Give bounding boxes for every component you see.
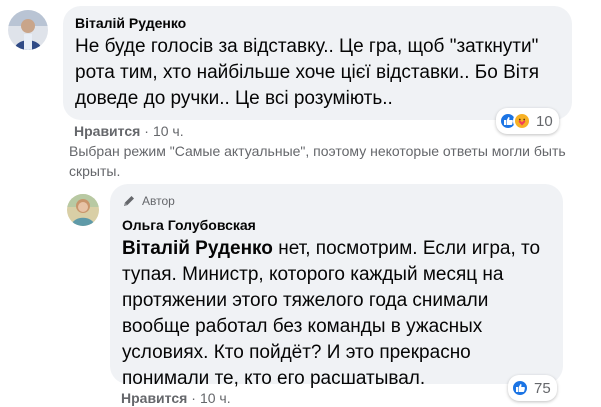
- reply-text-body: нет, посмотрим. Если игра, то тупая. Мин…: [122, 238, 541, 389]
- comment-reactions[interactable]: 10: [496, 108, 559, 134]
- comment-bubble: Віталій Руденко Не буде голосів за відст…: [63, 6, 572, 120]
- mention-link[interactable]: Віталій Руденко: [122, 238, 273, 259]
- like-button[interactable]: Нравится: [121, 390, 187, 406]
- commenter-avatar[interactable]: [8, 10, 48, 50]
- comment-time[interactable]: 10 ч.: [153, 123, 184, 139]
- reply-reactions[interactable]: 75: [508, 375, 557, 401]
- reaction-count: 75: [534, 379, 551, 397]
- like-reaction-icon: [511, 379, 529, 397]
- author-badge: Автор: [122, 194, 551, 208]
- reply-author[interactable]: Ольга Голубовская: [122, 217, 551, 233]
- pencil-icon: [124, 196, 134, 206]
- commenter-avatar-photo: [8, 10, 48, 50]
- reaction-count: 10: [536, 112, 553, 130]
- care-reaction-icon: [513, 112, 531, 130]
- author-badge-label: Автор: [142, 194, 175, 208]
- reply-bubble: Автор Ольга Голубовская Віталій Руденко …: [110, 184, 563, 389]
- separator-dot: ·: [144, 123, 149, 139]
- reply-author-avatar[interactable]: [67, 194, 99, 226]
- reply-text: Віталій Руденко нет, посмотрим. Если игр…: [122, 236, 551, 392]
- comment-author[interactable]: Віталій Руденко: [75, 15, 560, 31]
- separator-dot: ·: [191, 390, 196, 406]
- reply-author-avatar-photo: [67, 194, 99, 226]
- comment-actions: Нравится · 10 ч.: [74, 123, 184, 139]
- reply-actions: Нравится · 10 ч.: [121, 390, 231, 406]
- reply-time[interactable]: 10 ч.: [200, 390, 231, 406]
- sort-mode-notice: Выбран режим "Самые актуальные", поэтому…: [69, 143, 566, 179]
- comment-text: Не буде голосів за відставку.. Це гра, щ…: [75, 36, 540, 109]
- like-button[interactable]: Нравится: [74, 123, 140, 139]
